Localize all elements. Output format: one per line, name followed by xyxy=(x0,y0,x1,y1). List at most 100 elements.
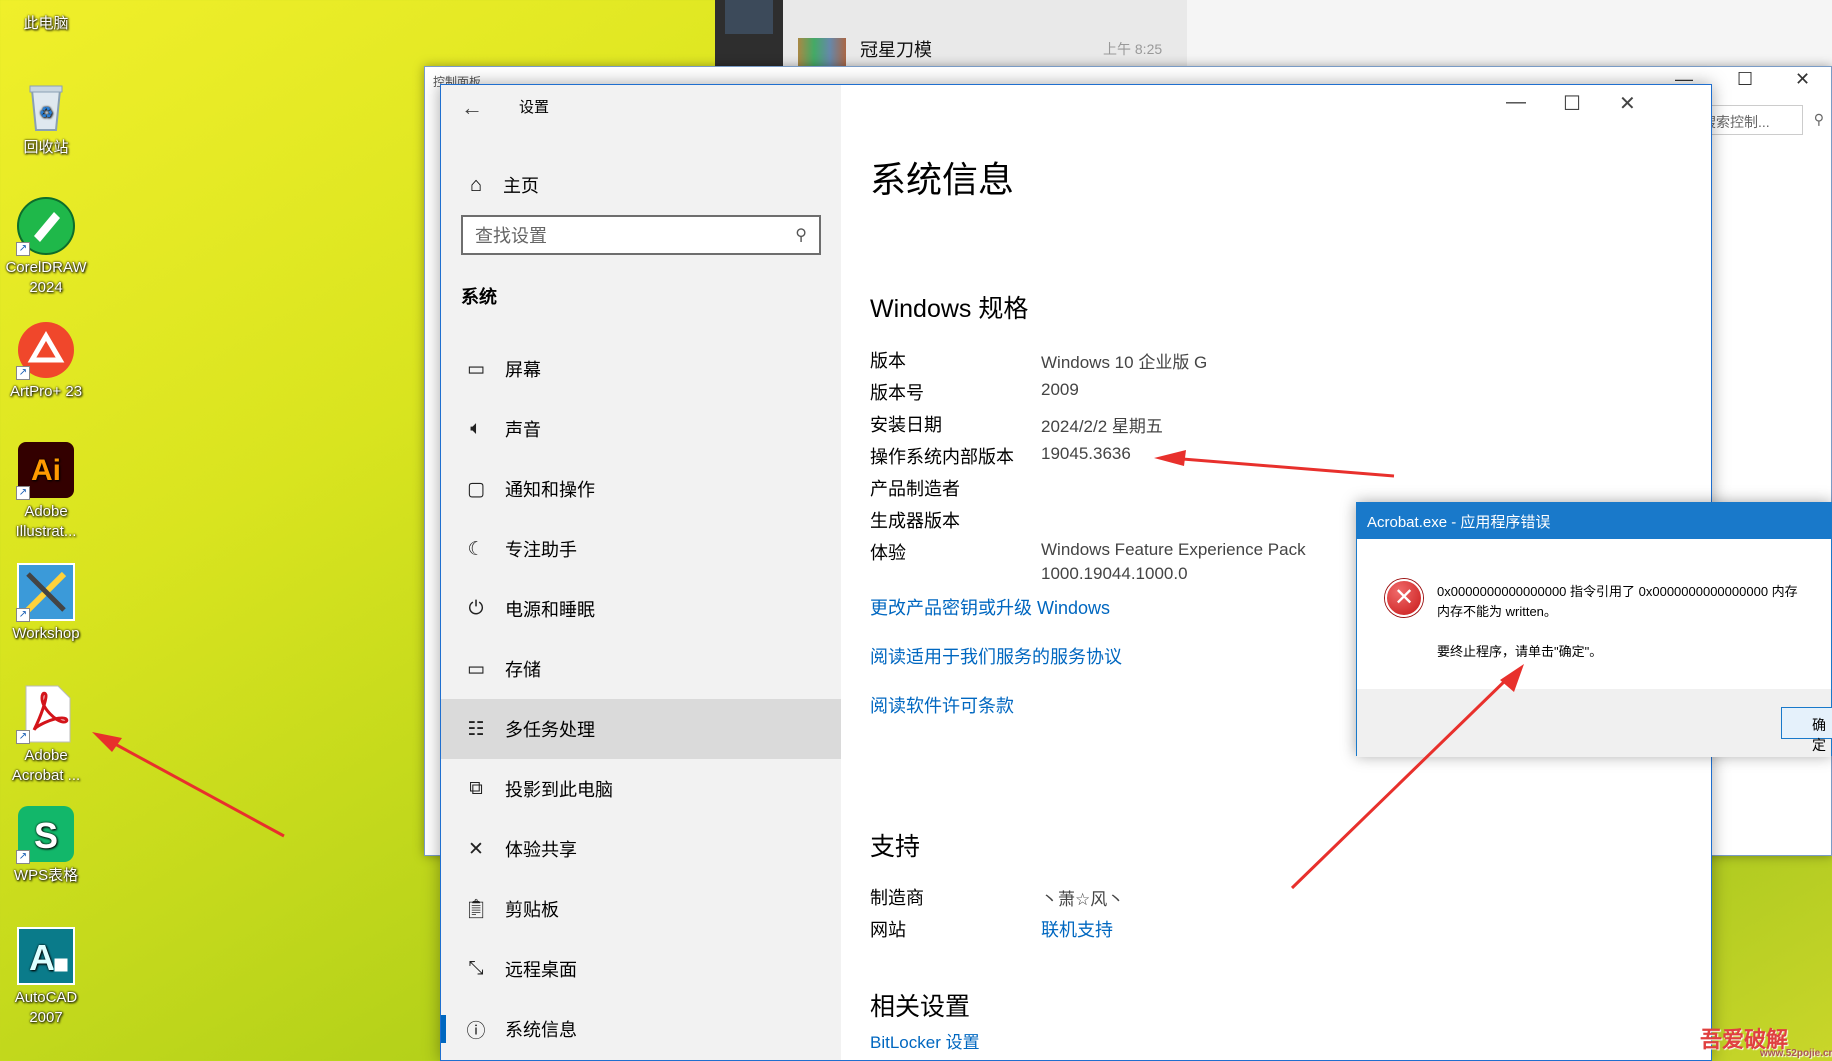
shortcut-arrow-icon: ↗ xyxy=(16,608,30,622)
watermark-url: www.52pojie.cn xyxy=(1760,1048,1832,1059)
support-value: 丶萧☆风丶 xyxy=(1041,890,1125,909)
desktop-icon-workshop[interactable]: ↗ Workshop xyxy=(0,562,92,644)
wps-sheet-icon: S ↗ xyxy=(16,804,76,864)
svg-text:Ai: Ai xyxy=(31,454,61,487)
sidebar-section-system: 系统 xyxy=(461,287,497,307)
sidebar-item-notifications[interactable]: ▢ 通知和操作 xyxy=(441,459,841,519)
online-support-link[interactable]: 联机支持 xyxy=(1041,916,1113,942)
home-icon: ⌂ xyxy=(469,173,483,196)
sidebar-item-label: 声音 xyxy=(505,420,541,440)
settings-search-input[interactable]: 查找设置 ⚲ xyxy=(461,215,821,255)
desktop-icon-label: Adobe Illustrat... xyxy=(15,503,77,540)
spec-value-line2: 1000.19044.1000.0 xyxy=(1041,564,1188,583)
sidebar-item-label: 电源和睡眠 xyxy=(505,600,595,620)
sidebar-item-storage[interactable]: ▭ 存储 xyxy=(441,639,841,699)
desktop-icon-autocad[interactable]: A AutoCAD 2007 xyxy=(0,926,92,1028)
sidebar-item-display[interactable]: ▭ 屏幕 xyxy=(441,339,841,399)
sidebar-item-label: 体验共享 xyxy=(505,840,577,860)
sidebar-item-power[interactable]: ⏻ 电源和睡眠 xyxy=(441,579,841,639)
desktop-icon-this-pc[interactable]: 此电脑 xyxy=(0,0,92,34)
sidebar-item-project[interactable]: ⧉ 投影到此电脑 xyxy=(441,759,841,819)
back-arrow-icon[interactable]: ← xyxy=(461,95,483,121)
sidebar-item-label: 屏幕 xyxy=(505,360,541,380)
windows-spec-heading: Windows 规格 xyxy=(870,295,1029,323)
chat-item-time: 上午 8:25 xyxy=(1103,41,1163,57)
wechat-chat-pane xyxy=(1187,0,1832,70)
speaker-icon: 🔈︎ xyxy=(470,418,482,439)
maximize-button[interactable]: ☐ xyxy=(1737,69,1753,90)
close-button[interactable]: ✕ xyxy=(1795,69,1810,90)
license-terms-link[interactable]: 阅读软件许可条款 xyxy=(870,692,1014,718)
remote-icon: ⤡ xyxy=(468,958,484,979)
recycle-bin-icon: ♻ xyxy=(16,76,76,136)
service-agreement-link[interactable]: 阅读适用于我们服务的服务协议 xyxy=(870,643,1122,669)
chat-avatar xyxy=(798,38,846,66)
user-avatar[interactable] xyxy=(725,0,773,34)
desktop-icon-label: ArtPro+ 23 xyxy=(9,383,83,400)
error-dialog-title: Acrobat.exe - 应用程序错误 xyxy=(1357,503,1831,539)
shortcut-arrow-icon: ↗ xyxy=(16,366,30,380)
minimize-button[interactable]: — xyxy=(1506,91,1526,114)
storage-icon: ▭ xyxy=(467,658,485,680)
sidebar-item-sound[interactable]: 🔈︎ 声音 xyxy=(441,399,841,459)
settings-nav: ▭ 屏幕 🔈︎ 声音 ▢ 通知和操作 ☾ 专注助手 ⏻ 电源和睡眠 ▭ 存储 ☷… xyxy=(441,339,841,1059)
watermark-logo: 吾爱破解 www.52pojie.cn xyxy=(1700,1022,1832,1059)
autocad-icon: A xyxy=(16,926,76,986)
upgrade-link[interactable]: 更改产品密钥或升级 Windows xyxy=(870,594,1110,620)
shortcut-arrow-icon: ↗ xyxy=(16,850,30,864)
desktop-icon-coreldraw[interactable]: ↗ CorelDRAW 2024 xyxy=(0,196,92,298)
sidebar-item-label: 剪贴板 xyxy=(505,900,559,920)
desktop-icon-acrobat[interactable]: ↗ Adobe Acrobat ... xyxy=(0,684,92,786)
desktop-icon-illustrator[interactable]: Ai ↗ Adobe Illustrat... xyxy=(0,440,92,542)
acrobat-icon: ↗ xyxy=(16,684,76,744)
notification-icon: ▢ xyxy=(467,478,485,500)
sidebar-item-label: 远程桌面 xyxy=(505,960,577,980)
sidebar-item-shared-experiences[interactable]: ✕ 体验共享 xyxy=(441,819,841,879)
sidebar-item-label: 投影到此电脑 xyxy=(505,780,613,800)
close-button[interactable]: ✕ xyxy=(1619,91,1636,116)
ok-button[interactable]: 确定 xyxy=(1781,707,1832,753)
illustrator-icon: Ai ↗ xyxy=(16,440,76,500)
support-key: 制造商 xyxy=(870,888,924,908)
desktop-icon-artpro[interactable]: ↗ ArtPro+ 23 xyxy=(0,320,92,402)
error-dialog-footer: 确定 xyxy=(1357,689,1832,757)
chat-item-title[interactable]: 冠星刀模 xyxy=(860,36,932,62)
error-message-line2: 内存不能为 written。 xyxy=(1437,604,1557,619)
sidebar-item-remote-desktop[interactable]: ⤡ 远程桌面 xyxy=(441,939,841,999)
sidebar-item-home[interactable]: ⌂ 主页 xyxy=(461,165,539,205)
support-key: 网站 xyxy=(870,920,906,940)
maximize-button[interactable]: ☐ xyxy=(1563,91,1581,116)
monitor-icon: ▭ xyxy=(467,358,485,380)
spec-value: 2009 xyxy=(1041,380,1079,399)
spec-key: 生成器版本 xyxy=(870,511,960,531)
shortcut-arrow-icon: ↗ xyxy=(16,242,30,256)
spec-key: 操作系统内部版本 xyxy=(870,447,1014,467)
project-icon: ⧉ xyxy=(469,778,483,799)
coreldraw-icon: ↗ xyxy=(16,196,76,256)
clipboard-icon: 📋︎ xyxy=(463,899,489,920)
svg-text:♻: ♻ xyxy=(39,105,53,122)
sidebar-item-focus-assist[interactable]: ☾ 专注助手 xyxy=(441,519,841,579)
desktop-icon-label: CorelDRAW 2024 xyxy=(5,259,87,296)
related-settings-heading: 相关设置 xyxy=(870,993,971,1021)
sidebar-item-label: 多任务处理 xyxy=(505,720,595,740)
power-icon: ⏻ xyxy=(468,598,484,619)
spec-value: 2024/2/2 星期五 xyxy=(1041,417,1163,436)
spec-value: Windows 10 企业版 G xyxy=(1041,353,1208,372)
page-title: 系统信息 xyxy=(870,159,1015,200)
svg-text:S: S xyxy=(34,815,58,856)
artpro-icon: ↗ xyxy=(16,320,76,380)
desktop-icon-label: Adobe Acrobat ... xyxy=(11,747,81,784)
sidebar-item-clipboard[interactable]: 📋︎ 剪贴板 xyxy=(441,879,841,939)
spec-value: 19045.3636 xyxy=(1041,444,1131,463)
desktop-icon-label: Workshop xyxy=(12,625,80,642)
settings-sidebar: ← 设置 ⌂ 主页 查找设置 ⚲ 系统 ▭ 屏幕 🔈︎ 声音 ▢ 通知和操作 ☾… xyxy=(441,85,841,1060)
bitlocker-link[interactable]: BitLocker 设置 xyxy=(870,1028,980,1053)
desktop-icon-wps-sheet[interactable]: S ↗ WPS表格 xyxy=(0,804,92,886)
sidebar-item-multitasking[interactable]: ☷ 多任务处理 xyxy=(441,699,841,759)
search-icon: ⚲ xyxy=(795,227,807,244)
spec-key: 版本号 xyxy=(870,383,924,403)
sidebar-item-about[interactable]: ⓘ 系统信息 xyxy=(441,999,841,1059)
desktop-icon-recycle-bin[interactable]: ♻ 回收站 xyxy=(0,76,92,158)
spec-key: 安装日期 xyxy=(870,415,942,435)
